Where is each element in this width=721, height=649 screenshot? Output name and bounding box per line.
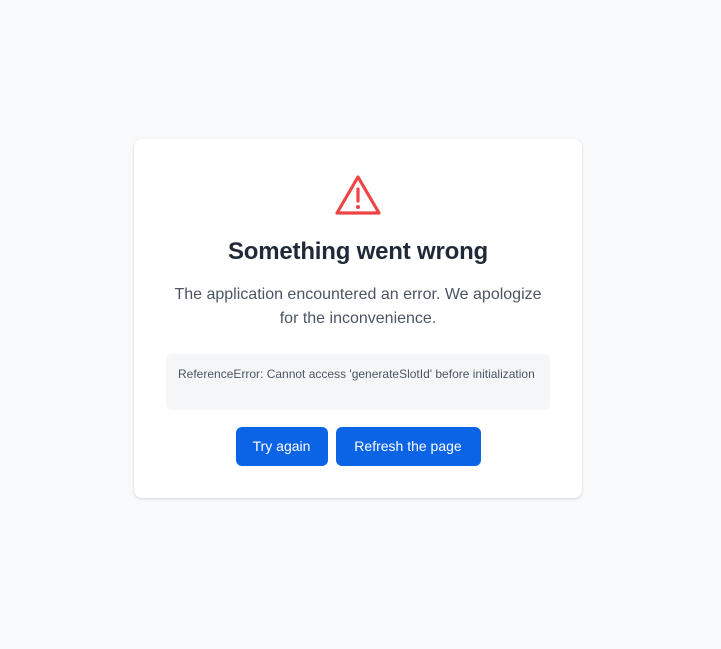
try-again-button[interactable]: Try again — [235, 427, 328, 466]
error-detail-text: ReferenceError: Cannot access 'generateS… — [178, 367, 535, 381]
error-title: Something went wrong — [228, 238, 488, 265]
error-message: The application encountered an error. We… — [174, 286, 542, 327]
error-detail-box: ReferenceError: Cannot access 'generateS… — [166, 354, 550, 410]
error-card: Something went wrong The application enc… — [134, 139, 582, 498]
refresh-page-button[interactable]: Refresh the page — [335, 427, 481, 466]
alert-triangle-icon — [335, 175, 381, 215]
error-page: Something went wrong The application enc… — [0, 0, 721, 649]
error-actions: Try again Refresh the page — [134, 427, 582, 466]
